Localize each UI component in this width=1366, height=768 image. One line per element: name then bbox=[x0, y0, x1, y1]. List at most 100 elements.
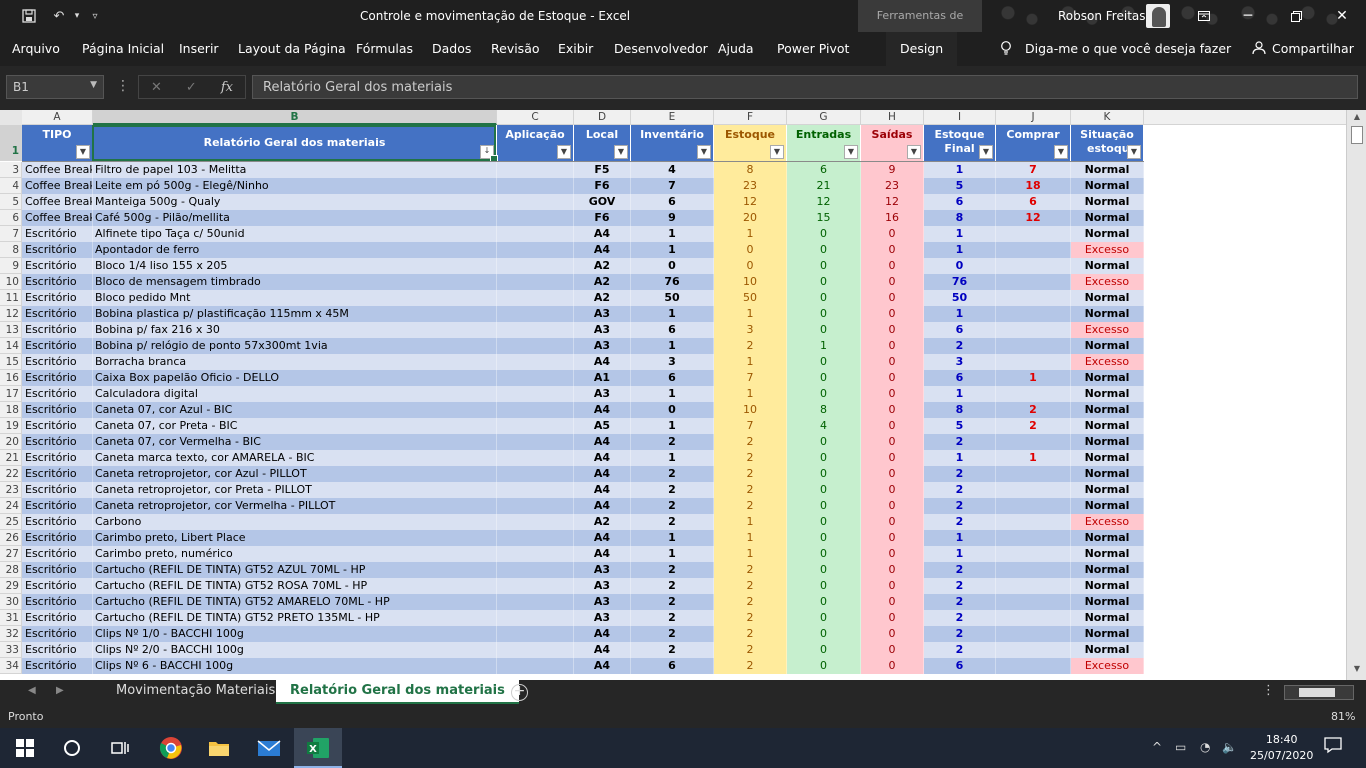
cell-sit[interactable]: Normal bbox=[1071, 530, 1144, 546]
sheet-tab-movimentacao[interactable]: Movimentação Materiais bbox=[102, 680, 289, 704]
cell-fin[interactable]: 2 bbox=[924, 466, 996, 482]
tab-ajuda[interactable]: Ajuda bbox=[718, 41, 754, 56]
cell-item[interactable]: Bobina p/ fax 216 x 30 bbox=[93, 322, 497, 338]
cell-ent[interactable]: 0 bbox=[787, 498, 861, 514]
cell-sit[interactable]: Normal bbox=[1071, 434, 1144, 450]
cell-tipo[interactable]: Escritório bbox=[22, 514, 93, 530]
cell-comp[interactable] bbox=[996, 594, 1071, 610]
cell-sit[interactable]: Excesso bbox=[1071, 274, 1144, 290]
cell-fin[interactable]: 5 bbox=[924, 178, 996, 194]
cell-fin[interactable]: 50 bbox=[924, 290, 996, 306]
row-header[interactable]: 19 bbox=[0, 418, 22, 434]
cell-tipo[interactable]: Escritório bbox=[22, 482, 93, 498]
cell-item[interactable]: Carbono bbox=[93, 514, 497, 530]
cell-sai[interactable]: 0 bbox=[861, 242, 924, 258]
header-aplicacao[interactable]: Aplicação ▼ bbox=[497, 125, 574, 161]
cell-comp[interactable]: 1 bbox=[996, 450, 1071, 466]
cell-inv[interactable]: 0 bbox=[631, 258, 714, 274]
cell-est[interactable]: 8 bbox=[714, 162, 787, 178]
cell-item[interactable]: Caneta marca texto, cor AMARELA - BIC bbox=[93, 450, 497, 466]
cell-app[interactable] bbox=[497, 370, 574, 386]
volume-icon[interactable]: 🔈 bbox=[1222, 740, 1237, 754]
cell-sai[interactable]: 0 bbox=[861, 482, 924, 498]
worksheet-grid[interactable]: TIPO ▼ Relatório Geral dos materiais ↓ A… bbox=[22, 125, 1346, 677]
row-header-1[interactable]: 1 bbox=[0, 125, 22, 161]
cell-ent[interactable]: 0 bbox=[787, 514, 861, 530]
cell-loc[interactable]: A3 bbox=[574, 322, 631, 338]
cell-loc[interactable]: A4 bbox=[574, 450, 631, 466]
cell-ent[interactable]: 4 bbox=[787, 418, 861, 434]
cell-fin[interactable]: 6 bbox=[924, 322, 996, 338]
cell-comp[interactable] bbox=[996, 498, 1071, 514]
chrome-icon[interactable] bbox=[159, 736, 183, 760]
cell-est[interactable]: 2 bbox=[714, 434, 787, 450]
cell-loc[interactable]: A2 bbox=[574, 514, 631, 530]
cell-sit[interactable]: Normal bbox=[1071, 450, 1144, 466]
cell-sit[interactable]: Normal bbox=[1071, 498, 1144, 514]
cell-ent[interactable]: 0 bbox=[787, 530, 861, 546]
cell-est[interactable]: 2 bbox=[714, 658, 787, 674]
cell-item[interactable]: Cartucho (REFIL DE TINTA) GT52 PRETO 135… bbox=[93, 610, 497, 626]
cell-comp[interactable] bbox=[996, 306, 1071, 322]
tab-layout-da-pagina[interactable]: Layout da Página bbox=[238, 41, 346, 56]
table-row[interactable]: Escritório Caixa Box papelão Oficio - DEL… bbox=[22, 370, 1144, 386]
cell-comp[interactable] bbox=[996, 258, 1071, 274]
cell-tipo[interactable]: Coffee Break bbox=[22, 194, 93, 210]
header-tipo[interactable]: TIPO ▼ bbox=[22, 125, 93, 161]
column-header-i[interactable]: I bbox=[924, 110, 996, 125]
cell-sai[interactable]: 0 bbox=[861, 226, 924, 242]
cell-fin[interactable]: 1 bbox=[924, 242, 996, 258]
cancel-icon[interactable]: ✕ bbox=[151, 80, 162, 95]
row-header[interactable]: 13 bbox=[0, 322, 22, 338]
cell-ent[interactable]: 0 bbox=[787, 242, 861, 258]
cell-comp[interactable] bbox=[996, 386, 1071, 402]
cell-fin[interactable]: 1 bbox=[924, 306, 996, 322]
row-header[interactable]: 8 bbox=[0, 242, 22, 258]
cell-comp[interactable] bbox=[996, 242, 1071, 258]
column-header-e[interactable]: E bbox=[631, 110, 714, 125]
cell-ent[interactable]: 0 bbox=[787, 226, 861, 242]
row-header[interactable]: 25 bbox=[0, 514, 22, 530]
cell-app[interactable] bbox=[497, 274, 574, 290]
cell-comp[interactable] bbox=[996, 290, 1071, 306]
cell-sit[interactable]: Normal bbox=[1071, 418, 1144, 434]
cell-sit[interactable]: Normal bbox=[1071, 258, 1144, 274]
table-row[interactable]: Escritório Clips Nº 2/0 - BACCHI 100g A4 2 2… bbox=[22, 642, 1144, 658]
row-header[interactable]: 7 bbox=[0, 226, 22, 242]
cell-est[interactable]: 1 bbox=[714, 514, 787, 530]
cell-item[interactable]: Manteiga 500g - Qualy bbox=[93, 194, 497, 210]
cell-loc[interactable]: A4 bbox=[574, 482, 631, 498]
windows-start-icon[interactable] bbox=[13, 736, 37, 760]
cell-tipo[interactable]: Escritório bbox=[22, 242, 93, 258]
cell-item[interactable]: Cartucho (REFIL DE TINTA) GT52 ROSA 70ML… bbox=[93, 578, 497, 594]
cell-item[interactable]: Caneta retroprojetor, cor Azul - PILLOT bbox=[93, 466, 497, 482]
cell-loc[interactable]: A2 bbox=[574, 274, 631, 290]
filter-dropdown-icon[interactable]: ▼ bbox=[1054, 145, 1068, 159]
cell-sai[interactable]: 0 bbox=[861, 610, 924, 626]
cell-inv[interactable]: 2 bbox=[631, 514, 714, 530]
cell-fin[interactable]: 8 bbox=[924, 210, 996, 226]
cell-sit[interactable]: Normal bbox=[1071, 370, 1144, 386]
table-row[interactable]: Escritório Caneta retroprojetor, cor Verm… bbox=[22, 498, 1144, 514]
cell-ent[interactable]: 0 bbox=[787, 578, 861, 594]
cell-item[interactable]: Caneta retroprojetor, cor Preta - PILLOT bbox=[93, 482, 497, 498]
filter-dropdown-icon[interactable]: ▼ bbox=[76, 145, 90, 159]
cell-inv[interactable]: 6 bbox=[631, 194, 714, 210]
cell-tipo[interactable]: Escritório bbox=[22, 322, 93, 338]
row-header[interactable]: 34 bbox=[0, 658, 22, 674]
column-header-c[interactable]: C bbox=[497, 110, 574, 125]
sheet-tab-relatorio[interactable]: Relatório Geral dos materiais bbox=[276, 680, 519, 704]
scroll-up-icon[interactable]: ▲ bbox=[1351, 112, 1363, 124]
cell-ent[interactable]: 0 bbox=[787, 546, 861, 562]
row-header[interactable]: 24 bbox=[0, 498, 22, 514]
row-header[interactable]: 6 bbox=[0, 210, 22, 226]
cell-inv[interactable]: 9 bbox=[631, 210, 714, 226]
cell-sai[interactable]: 0 bbox=[861, 274, 924, 290]
cell-est[interactable]: 10 bbox=[714, 274, 787, 290]
table-row[interactable]: Escritório Clips Nº 1/0 - BACCHI 100g A4 2 2… bbox=[22, 626, 1144, 642]
row-header[interactable]: 32 bbox=[0, 626, 22, 642]
cell-sit[interactable]: Normal bbox=[1071, 578, 1144, 594]
insert-function-icon[interactable]: fx bbox=[221, 80, 233, 95]
cell-sai[interactable]: 0 bbox=[861, 258, 924, 274]
cell-loc[interactable]: A4 bbox=[574, 434, 631, 450]
